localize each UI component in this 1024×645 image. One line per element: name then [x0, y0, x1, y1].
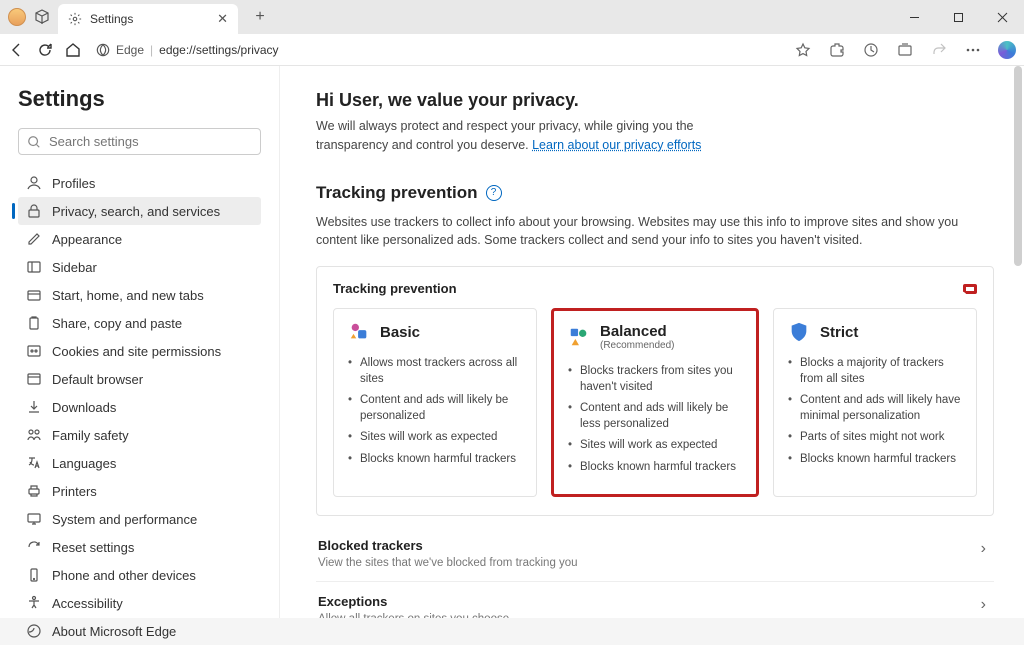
nav-share[interactable]: Share, copy and paste — [18, 309, 261, 337]
extensions-icon[interactable] — [828, 41, 846, 59]
clipboard-icon — [26, 315, 42, 331]
refresh-button[interactable] — [36, 41, 54, 59]
window-close-button[interactable] — [980, 0, 1024, 34]
card-strict[interactable]: Strict Blocks a majority of trackers fro… — [773, 308, 977, 497]
menu-icon[interactable] — [964, 41, 982, 59]
nav-cookies[interactable]: Cookies and site permissions — [18, 337, 261, 365]
nav-family[interactable]: Family safety — [18, 421, 261, 449]
download-icon — [26, 399, 42, 415]
tab-close-icon[interactable]: ✕ — [217, 11, 228, 27]
help-icon[interactable]: ? — [486, 185, 502, 201]
basic-icon — [348, 321, 370, 343]
settings-heading: Settings — [18, 86, 261, 112]
history-icon[interactable] — [862, 41, 880, 59]
nav-system[interactable]: System and performance — [18, 505, 261, 533]
back-button[interactable] — [8, 41, 26, 59]
nav-sidebar[interactable]: Sidebar — [18, 253, 261, 281]
permissions-icon — [26, 343, 42, 359]
browser-toolbar: Edge | edge://settings/privacy — [0, 34, 1024, 66]
family-icon — [26, 427, 42, 443]
collections-icon[interactable] — [896, 41, 914, 59]
nav-downloads[interactable]: Downloads — [18, 393, 261, 421]
settings-nav: Profiles Privacy, search, and services A… — [18, 169, 261, 645]
nav-printers[interactable]: Printers — [18, 477, 261, 505]
tracking-panel: Tracking prevention Basic Allows most tr… — [316, 266, 994, 516]
privacy-efforts-link[interactable]: Learn about our privacy efforts — [532, 138, 701, 152]
accessibility-icon — [26, 595, 42, 611]
nav-accessibility[interactable]: Accessibility — [18, 589, 261, 617]
language-icon — [26, 455, 42, 471]
nav-about[interactable]: About Microsoft Edge — [18, 617, 261, 645]
window-titlebar: Settings ✕ + — [0, 0, 1024, 34]
browser-icon — [26, 371, 42, 387]
phone-icon — [26, 567, 42, 583]
shield-icon — [788, 321, 810, 343]
share-icon[interactable] — [930, 41, 948, 59]
tab-title: Settings — [90, 12, 133, 26]
profile-avatar-icon[interactable] — [8, 8, 26, 26]
copilot-icon[interactable] — [998, 41, 1016, 59]
tracking-desc: Websites use trackers to collect info ab… — [316, 213, 994, 251]
gear-icon — [68, 12, 82, 26]
brush-icon — [26, 231, 42, 247]
favorite-icon[interactable] — [794, 41, 812, 59]
profile-icon — [26, 175, 42, 191]
window-minimize-button[interactable] — [892, 0, 936, 34]
settings-sidebar: Settings Profiles Privacy, search, and s… — [0, 66, 280, 618]
browser-tab-active[interactable]: Settings ✕ — [58, 4, 238, 34]
nav-reset[interactable]: Reset settings — [18, 533, 261, 561]
card-balanced[interactable]: Balanced(Recommended) Blocks trackers fr… — [551, 308, 759, 497]
sidebar-icon — [26, 259, 42, 275]
card-basic[interactable]: Basic Allows most trackers across all si… — [333, 308, 537, 497]
url-path: edge://settings/privacy — [159, 43, 278, 57]
row-blocked-trackers[interactable]: Blocked trackers View the sites that we'… — [316, 526, 994, 581]
new-tab-button[interactable]: + — [246, 8, 274, 26]
nav-start[interactable]: Start, home, and new tabs — [18, 281, 261, 309]
nav-privacy[interactable]: Privacy, search, and services — [18, 197, 261, 225]
highlight-box-toggle — [963, 284, 977, 294]
window-maximize-button[interactable] — [936, 0, 980, 34]
nav-default-browser[interactable]: Default browser — [18, 365, 261, 393]
settings-search-input[interactable] — [49, 134, 252, 149]
tab-icon — [26, 287, 42, 303]
row-exceptions[interactable]: Exceptions Allow all trackers on sites y… — [316, 581, 994, 618]
balanced-icon — [568, 326, 590, 348]
chevron-right-icon: › — [981, 540, 986, 558]
hero-body: We will always protect and respect your … — [316, 117, 736, 155]
nav-languages[interactable]: Languages — [18, 449, 261, 477]
vertical-scrollbar[interactable] — [1014, 66, 1022, 266]
hero-title: Hi User, we value your privacy. — [316, 90, 994, 111]
workspaces-icon[interactable] — [34, 9, 50, 25]
edge-icon — [26, 623, 42, 639]
tracking-toggle-label: Tracking prevention — [333, 281, 457, 296]
system-icon — [26, 511, 42, 527]
settings-content: Hi User, we value your privacy. We will … — [280, 66, 1024, 618]
settings-search[interactable] — [18, 128, 261, 155]
lock-icon — [26, 203, 42, 219]
nav-appearance[interactable]: Appearance — [18, 225, 261, 253]
printer-icon — [26, 483, 42, 499]
url-brand: Edge — [116, 43, 144, 57]
search-icon — [27, 135, 41, 149]
tracking-heading: Tracking prevention — [316, 183, 478, 203]
chevron-right-icon: › — [981, 596, 986, 614]
address-bar[interactable]: Edge | edge://settings/privacy — [96, 43, 279, 57]
home-button[interactable] — [64, 41, 82, 59]
nav-phone[interactable]: Phone and other devices — [18, 561, 261, 589]
reset-icon — [26, 539, 42, 555]
nav-profiles[interactable]: Profiles — [18, 169, 261, 197]
